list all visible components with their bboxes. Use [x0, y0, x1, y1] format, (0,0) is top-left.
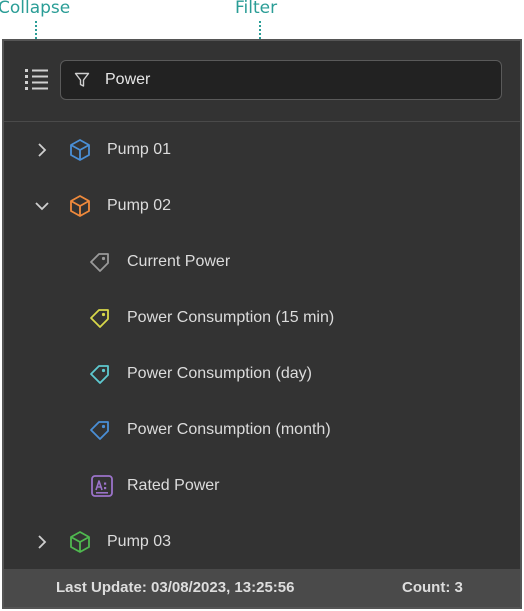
tree-leaf-power-consumption-month[interactable]: Power Consumption (month): [4, 402, 520, 458]
chevron-right-icon[interactable]: [34, 534, 50, 550]
cube-icon: [70, 195, 90, 217]
tree-node-pump-02[interactable]: Pump 02: [4, 178, 520, 234]
toolbar: [4, 41, 520, 122]
tree-node-pump-01[interactable]: Pump 01: [4, 122, 520, 178]
tree-leaf-label: Rated Power: [127, 477, 220, 494]
tag-icon: [90, 253, 109, 272]
tag-icon: [90, 421, 109, 440]
last-update-text: Last Update: 03/08/2023, 13:25:56: [56, 579, 295, 596]
tree-leaf-power-consumption-15-min[interactable]: Power Consumption (15 min): [4, 290, 520, 346]
chevron-down-icon[interactable]: [34, 198, 50, 214]
tag-icon: [90, 365, 109, 384]
tag-icon: [90, 309, 109, 328]
list-icon: [25, 69, 48, 90]
tree-leaf-power-consumption-day[interactable]: Power Consumption (day): [4, 346, 520, 402]
tree-node-label: Pump 02: [107, 197, 172, 214]
tree-leaf-label: Current Power: [127, 253, 231, 270]
tree-leaf-label: Power Consumption (15 min): [127, 309, 335, 326]
filter-field[interactable]: [60, 60, 502, 100]
chevron-right-icon[interactable]: [34, 142, 50, 158]
tree-node-label: Pump 01: [107, 141, 172, 158]
tree-leaf-label: Power Consumption (day): [127, 365, 312, 382]
tree-node-pump-03[interactable]: Pump 03: [4, 514, 520, 570]
count-text: Count: 3: [402, 579, 463, 596]
collapse-button[interactable]: [23, 67, 51, 93]
cube-icon: [70, 531, 90, 553]
tree-leaf-label: Power Consumption (month): [127, 421, 331, 438]
filter-callout-label: Filter: [235, 0, 278, 18]
tree-leaf-rated-power[interactable]: Rated Power: [4, 458, 520, 514]
tree-node-label: Pump 03: [107, 533, 172, 550]
filter-input[interactable]: [105, 68, 485, 92]
collapse-callout-label: Collapse: [0, 0, 71, 18]
funnel-icon: [74, 72, 90, 87]
text-field-icon: [91, 475, 113, 497]
tree-leaf-current-power[interactable]: Current Power: [4, 234, 520, 290]
status-bar: Last Update: 03/08/2023, 13:25:56 Count:…: [4, 569, 520, 607]
tree-panel: Pump 01 Pump 02 Current Power: [2, 39, 522, 609]
cube-icon: [70, 139, 90, 161]
